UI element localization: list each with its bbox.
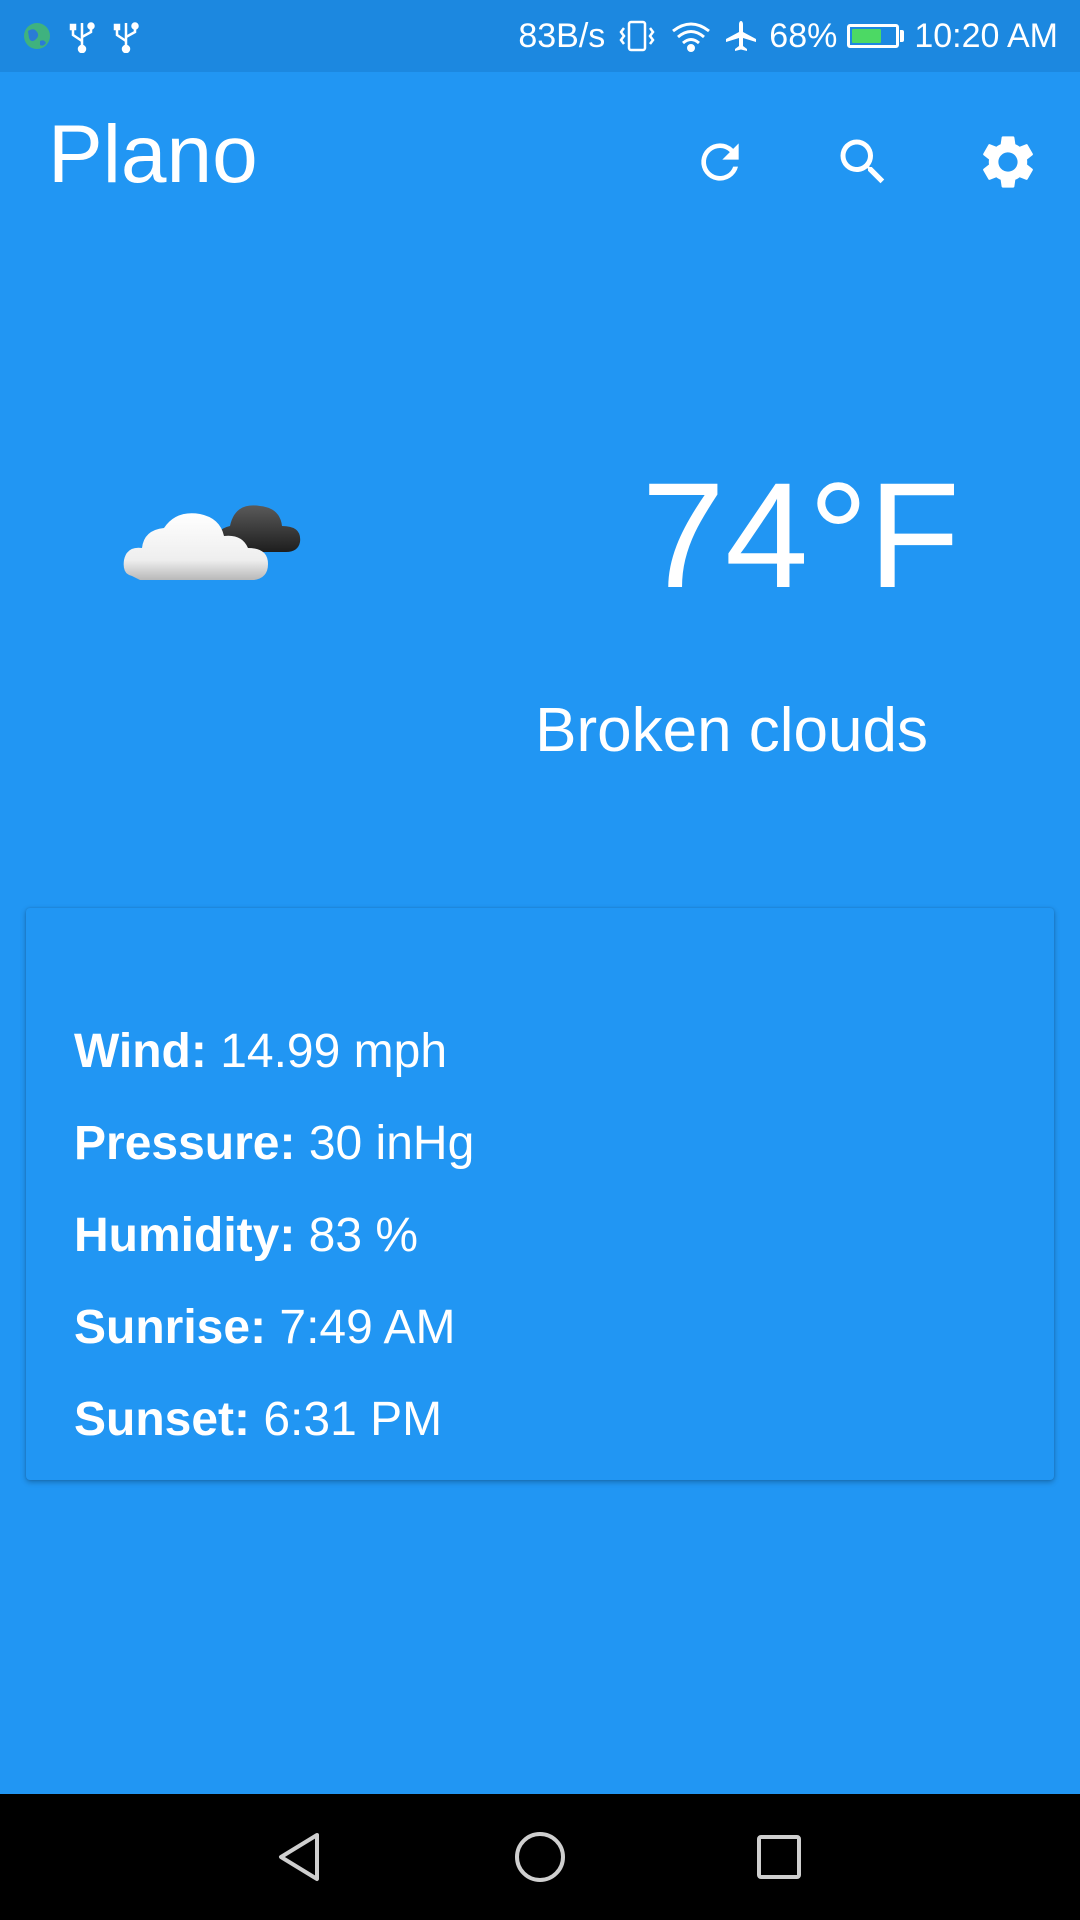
navigation-bar [0,1794,1080,1920]
battery-percent: 68% [769,16,838,55]
page-title: Plano [48,109,258,200]
app-bar: Plano [0,72,1080,242]
sunset-row: Sunset: 6:31 PM [74,1374,1054,1466]
humidity-row: Humidity: 83 % [74,1190,1054,1282]
sunrise-row: Sunrise: 7:49 AM [74,1282,1054,1374]
temperature: 74°F [641,451,960,619]
home-button[interactable] [505,1822,575,1892]
wind-label: Wind: [74,1025,207,1078]
pressure-value: 30 inHg [308,1117,475,1170]
broken-clouds-icon [120,480,310,600]
details-card: Wind: 14.99 mph Pressure: 30 inHg Humidi… [26,908,1054,1480]
refresh-button[interactable] [680,122,760,202]
clock: 10:20 AM [914,16,1058,55]
pressure-row: Pressure: 30 inHg [74,1098,1054,1190]
usb-icon [68,19,96,53]
search-button[interactable] [823,122,903,202]
battery-charging-icon [847,24,905,48]
humidity-label: Humidity: [74,1209,296,1262]
humidity-value: 83 % [308,1209,419,1262]
airplane-icon [723,19,759,53]
sunset-label: Sunset: [74,1393,251,1446]
status-bar-right: 83B/s 68% 10:20 AM [518,17,1058,56]
sunset-value: 6:31 PM [263,1393,443,1446]
network-speed: 83B/s [518,16,606,55]
globe-icon [22,21,52,51]
refresh-icon [701,143,739,181]
settings-icon [983,136,1033,188]
usb-icon [112,19,140,53]
wind-row: Wind: 14.99 mph [74,1006,1054,1098]
vibrate-icon [615,19,659,53]
status-bar-left [22,19,140,53]
pressure-label: Pressure: [74,1117,296,1170]
back-icon [279,1833,319,1881]
settings-button[interactable] [968,122,1048,202]
wifi-icon [669,19,713,53]
wind-value: 14.99 mph [220,1025,448,1078]
status-bar: 83B/s 68% 10:20 AM [0,0,1080,72]
weather-description: Broken clouds [535,696,928,765]
recents-button[interactable] [744,1822,814,1892]
sunrise-value: 7:49 AM [279,1301,456,1354]
search-icon [840,139,885,184]
recents-icon [757,1835,801,1879]
battery-level-fill [852,29,881,43]
home-icon [515,1832,565,1882]
back-button[interactable] [264,1822,334,1892]
sunrise-label: Sunrise: [74,1301,267,1354]
